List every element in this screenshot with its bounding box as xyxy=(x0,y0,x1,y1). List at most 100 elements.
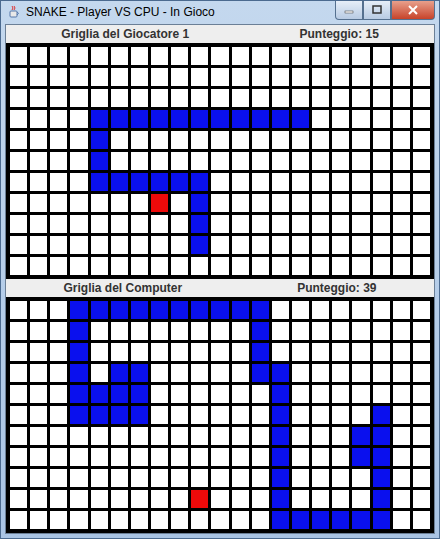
empty-cell xyxy=(272,68,289,86)
empty-cell xyxy=(332,152,349,170)
empty-cell xyxy=(30,152,47,170)
empty-cell xyxy=(70,490,87,508)
empty-cell xyxy=(131,322,148,340)
empty-cell xyxy=(30,364,47,382)
empty-cell xyxy=(151,131,168,149)
empty-cell xyxy=(292,364,309,382)
empty-cell xyxy=(91,448,108,466)
empty-cell xyxy=(332,110,349,128)
empty-cell xyxy=(232,343,249,361)
empty-cell xyxy=(191,152,208,170)
empty-cell xyxy=(10,47,27,65)
empty-cell xyxy=(10,215,27,233)
empty-cell xyxy=(252,469,269,487)
empty-cell xyxy=(352,469,369,487)
empty-cell xyxy=(50,322,67,340)
empty-cell xyxy=(292,152,309,170)
empty-cell xyxy=(50,469,67,487)
snake-cell xyxy=(232,110,249,128)
empty-cell xyxy=(171,152,188,170)
empty-cell xyxy=(50,152,67,170)
empty-cell xyxy=(272,215,289,233)
empty-cell xyxy=(232,364,249,382)
snake-cell xyxy=(292,511,309,529)
snake-cell xyxy=(131,110,148,128)
empty-cell xyxy=(252,490,269,508)
empty-cell xyxy=(211,47,228,65)
empty-cell xyxy=(171,194,188,212)
empty-cell xyxy=(211,194,228,212)
empty-cell xyxy=(30,469,47,487)
empty-cell xyxy=(352,257,369,275)
empty-cell xyxy=(352,89,369,107)
empty-cell xyxy=(352,194,369,212)
food-cell xyxy=(191,490,208,508)
empty-cell xyxy=(50,173,67,191)
empty-cell xyxy=(91,322,108,340)
minimize-button[interactable] xyxy=(335,1,363,20)
close-button[interactable] xyxy=(391,1,435,20)
empty-cell xyxy=(91,215,108,233)
empty-cell xyxy=(191,257,208,275)
empty-cell xyxy=(252,257,269,275)
empty-cell xyxy=(171,343,188,361)
snake-cell xyxy=(211,110,228,128)
empty-cell xyxy=(70,173,87,191)
empty-cell xyxy=(232,236,249,254)
maximize-button[interactable] xyxy=(363,1,391,20)
empty-cell xyxy=(352,490,369,508)
empty-cell xyxy=(272,257,289,275)
snake-cell xyxy=(171,301,188,319)
empty-cell xyxy=(373,89,390,107)
empty-cell xyxy=(373,68,390,86)
empty-cell xyxy=(50,385,67,403)
empty-cell xyxy=(50,511,67,529)
board-panel: Griglia del ComputerPunteggio: 39 xyxy=(6,279,434,533)
empty-cell xyxy=(91,236,108,254)
empty-cell xyxy=(272,173,289,191)
empty-cell xyxy=(312,469,329,487)
empty-cell xyxy=(352,68,369,86)
snake-cell xyxy=(272,511,289,529)
snake-cell xyxy=(191,110,208,128)
empty-cell xyxy=(332,385,349,403)
empty-cell xyxy=(30,406,47,424)
empty-cell xyxy=(393,364,410,382)
snake-cell xyxy=(70,343,87,361)
empty-cell xyxy=(50,47,67,65)
board-header: Griglia del Giocatore 1Punteggio: 15 xyxy=(6,25,434,43)
empty-cell xyxy=(332,89,349,107)
empty-cell xyxy=(413,343,430,361)
empty-cell xyxy=(252,131,269,149)
empty-cell xyxy=(373,110,390,128)
empty-cell xyxy=(232,469,249,487)
empty-cell xyxy=(171,215,188,233)
empty-cell xyxy=(272,194,289,212)
empty-cell xyxy=(373,385,390,403)
empty-cell xyxy=(252,47,269,65)
empty-cell xyxy=(70,215,87,233)
empty-cell xyxy=(332,448,349,466)
empty-cell xyxy=(312,194,329,212)
empty-cell xyxy=(352,236,369,254)
snake-cell xyxy=(131,385,148,403)
snake-cell xyxy=(272,364,289,382)
snake-cell xyxy=(191,215,208,233)
empty-cell xyxy=(232,490,249,508)
empty-cell xyxy=(232,173,249,191)
empty-cell xyxy=(232,406,249,424)
empty-cell xyxy=(151,406,168,424)
empty-cell xyxy=(30,47,47,65)
empty-cell xyxy=(393,173,410,191)
empty-cell xyxy=(413,152,430,170)
empty-cell xyxy=(171,236,188,254)
empty-cell xyxy=(211,173,228,191)
empty-cell xyxy=(30,257,47,275)
empty-cell xyxy=(232,511,249,529)
empty-cell xyxy=(332,427,349,445)
empty-cell xyxy=(131,511,148,529)
empty-cell xyxy=(413,448,430,466)
empty-cell xyxy=(332,364,349,382)
empty-cell xyxy=(131,194,148,212)
empty-cell xyxy=(191,343,208,361)
